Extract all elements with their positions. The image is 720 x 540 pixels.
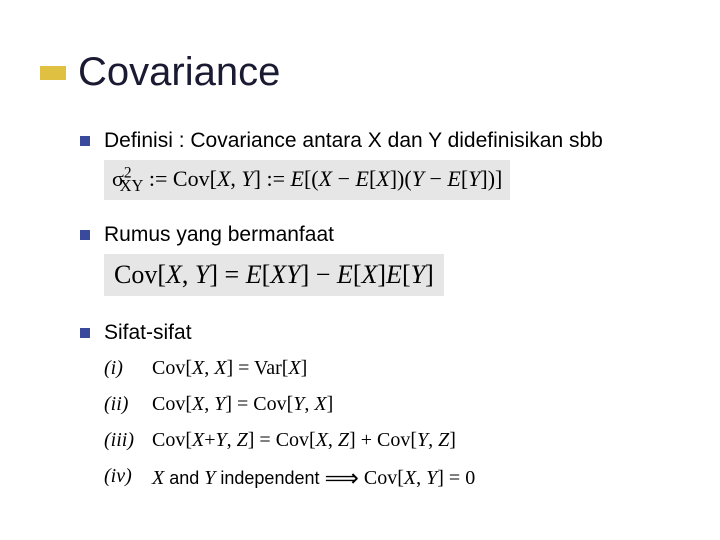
bullet-useful-formula: Rumus yang bermanfaat	[80, 222, 690, 248]
formula-useful: Cov[X, Y] = E[XY] − E[X]E[Y]	[104, 254, 444, 296]
bullet-text: Definisi : Covariance antara X dan Y did…	[104, 128, 603, 154]
formula-definition: σ2XY := Cov[X, Y] := E[(X − E[X])(Y − E[…	[104, 160, 510, 200]
bullet-icon	[80, 230, 90, 240]
properties-list: (i) Cov[X, X] = Var[X] (ii) Cov[X, Y] = …	[104, 350, 690, 501]
property-ii: (ii) Cov[X, Y] = Cov[Y, X]	[104, 386, 690, 422]
property-formula: Cov[X+Y, Z] = Cov[X, Z] + Cov[Y, Z]	[152, 422, 456, 458]
bullet-definition: Definisi : Covariance antara X dan Y did…	[80, 128, 690, 154]
bullet-text: Sifat-sifat	[104, 320, 192, 346]
property-number: (ii)	[104, 386, 152, 422]
bullet-icon	[80, 136, 90, 146]
property-iv: (iv) X and Y independent ⟹ Cov[X, Y] = 0	[104, 458, 690, 501]
property-formula: Cov[X, X] = Var[X]	[152, 350, 307, 386]
bullet-properties: Sifat-sifat	[80, 320, 690, 346]
formula-content: Cov[X, Y] = E[XY] − E[X]E[Y]	[114, 260, 434, 289]
property-iii: (iii) Cov[X+Y, Z] = Cov[X, Z] + Cov[Y, Z…	[104, 422, 690, 458]
title-accent-icon	[40, 66, 66, 80]
bullet-text: Rumus yang bermanfaat	[104, 222, 334, 248]
slide-title-row: Covariance	[40, 50, 280, 95]
property-i: (i) Cov[X, X] = Var[X]	[104, 350, 690, 386]
formula-content: σ2XY := Cov[X, Y] := E[(X − E[X])(Y − E[…	[112, 166, 502, 191]
property-formula: Cov[X, Y] = Cov[Y, X]	[152, 386, 333, 422]
content-area: Definisi : Covariance antara X dan Y did…	[80, 128, 690, 502]
slide-title: Covariance	[78, 50, 280, 95]
property-formula: X and Y independent ⟹ Cov[X, Y] = 0	[152, 458, 475, 501]
bullet-icon	[80, 328, 90, 338]
property-number: (iv)	[104, 458, 152, 501]
property-number: (i)	[104, 350, 152, 386]
property-number: (iii)	[104, 422, 152, 458]
